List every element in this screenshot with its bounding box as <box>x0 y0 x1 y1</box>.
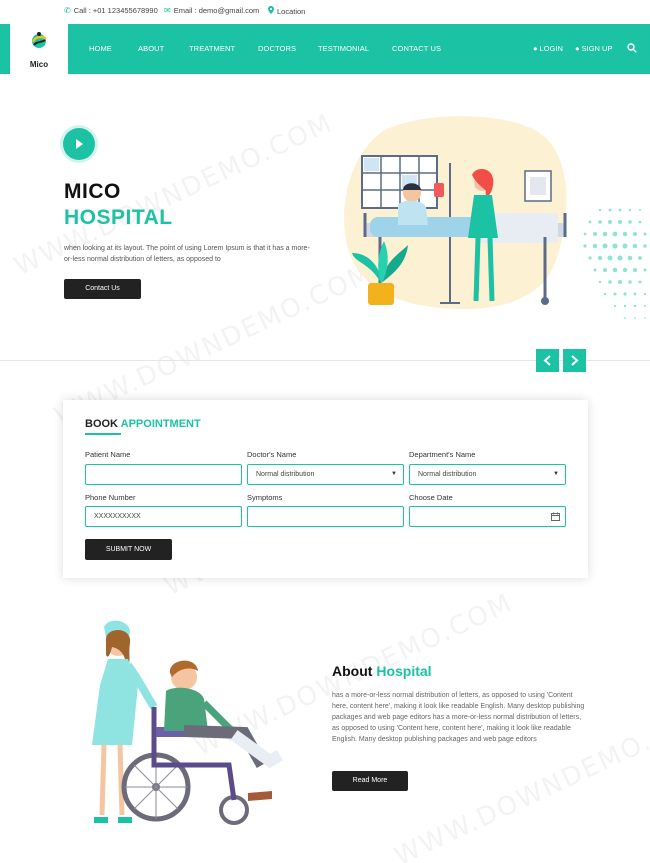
read-more-button[interactable]: Read More <box>332 771 408 791</box>
location-info[interactable]: Location <box>268 6 305 16</box>
nav-testimonial[interactable]: TESTIMONIAL <box>318 44 369 53</box>
about-text: has a more-or-less normal distribution o… <box>332 692 585 743</box>
email-text: Email : demo@gmail.com <box>173 6 260 15</box>
title-underline <box>85 433 121 435</box>
appointment-title: BOOK APPOINTMENT <box>85 418 201 430</box>
call-text: Call : +01 123455678990 <box>73 6 158 15</box>
contact-us-button[interactable]: Contact Us <box>64 279 141 299</box>
patient-name-input[interactable] <box>85 464 242 485</box>
doctors-name-select[interactable]: Normal distribution ▼ <box>247 464 404 485</box>
login-label: LOGIN <box>539 44 563 53</box>
caret-down-icon: ▼ <box>391 471 397 477</box>
nav-home[interactable]: HOME <box>89 44 112 53</box>
chevron-left-icon <box>543 355 551 366</box>
nav-about[interactable]: ABOUT <box>138 44 164 53</box>
patient-name-label: Patient Name <box>85 450 131 459</box>
choose-date-label: Choose Date <box>409 493 453 502</box>
envelope-icon: ✉ <box>164 6 171 15</box>
signup-label: SIGN UP <box>581 44 613 53</box>
nurse-wheelchair-illustration <box>92 620 284 825</box>
play-icon <box>76 139 83 149</box>
appointment-title-b: APPOINTMENT <box>120 418 201 430</box>
hero-text: when looking at its layout. The point of… <box>64 245 310 263</box>
call-info[interactable]: ✆ Call : +01 123455678990 <box>64 6 158 15</box>
book-appointment-form: BOOK APPOINTMENT Patient Name Doctor's N… <box>63 400 588 578</box>
hero-next-button[interactable] <box>563 349 586 372</box>
hospital-bed-illustration <box>344 116 567 310</box>
email-info[interactable]: ✉ Email : demo@gmail.com <box>164 6 259 15</box>
phone-number-input[interactable]: XXXXXXXXXX <box>85 506 242 527</box>
login-link[interactable]: ● LOGIN <box>533 44 563 53</box>
submit-now-button[interactable]: SUBMIT NOW <box>85 539 172 560</box>
choose-date-input[interactable] <box>409 506 566 527</box>
location-text: Location <box>277 6 306 16</box>
top-info-bar: ✆ Call : +01 123455678990 ✉ Email : demo… <box>0 0 650 24</box>
play-video-button[interactable] <box>63 128 95 160</box>
about-title-b: Hospital <box>376 663 432 679</box>
symptoms-input[interactable] <box>247 506 404 527</box>
logo-mark-icon <box>31 32 47 48</box>
brand-logo[interactable]: Mico <box>10 24 68 74</box>
chevron-right-icon <box>571 355 579 366</box>
search-icon[interactable] <box>627 43 637 53</box>
map-pin-icon <box>268 6 274 16</box>
phone-number-label: Phone Number <box>85 493 136 502</box>
doctors-name-label: Doctor's Name <box>247 450 297 459</box>
symptoms-label: Symptoms <box>247 493 283 502</box>
hero-title-line2: HOSPITAL <box>64 206 173 229</box>
main-navbar: HOME ABOUT TREATMENT DOCTORS TESTIMONIAL… <box>0 24 650 74</box>
nav-treatment[interactable]: TREATMENT <box>189 44 235 53</box>
doctors-name-value: Normal distribution <box>256 471 315 478</box>
nav-contact-us[interactable]: CONTACT US <box>392 44 441 53</box>
hero-title-line1: MICO <box>64 180 121 203</box>
department-name-value: Normal distribution <box>418 471 477 478</box>
signup-link[interactable]: ● SIGN UP <box>575 44 612 53</box>
caret-down-icon: ▼ <box>553 471 559 477</box>
calendar-icon[interactable] <box>551 512 560 521</box>
department-name-label: Department's Name <box>409 450 476 459</box>
nav-doctors[interactable]: DOCTORS <box>258 44 296 53</box>
brand-name: Mico <box>29 60 49 69</box>
department-name-select[interactable]: Normal distribution ▼ <box>409 464 566 485</box>
user-icon: ● <box>575 44 580 53</box>
phone-icon: ✆ <box>64 6 71 15</box>
about-title: About Hospital <box>332 663 432 679</box>
hero-prev-button[interactable] <box>536 349 559 372</box>
user-icon: ● <box>533 44 538 53</box>
about-title-a: About <box>332 663 373 679</box>
appointment-title-a: BOOK <box>85 418 118 430</box>
